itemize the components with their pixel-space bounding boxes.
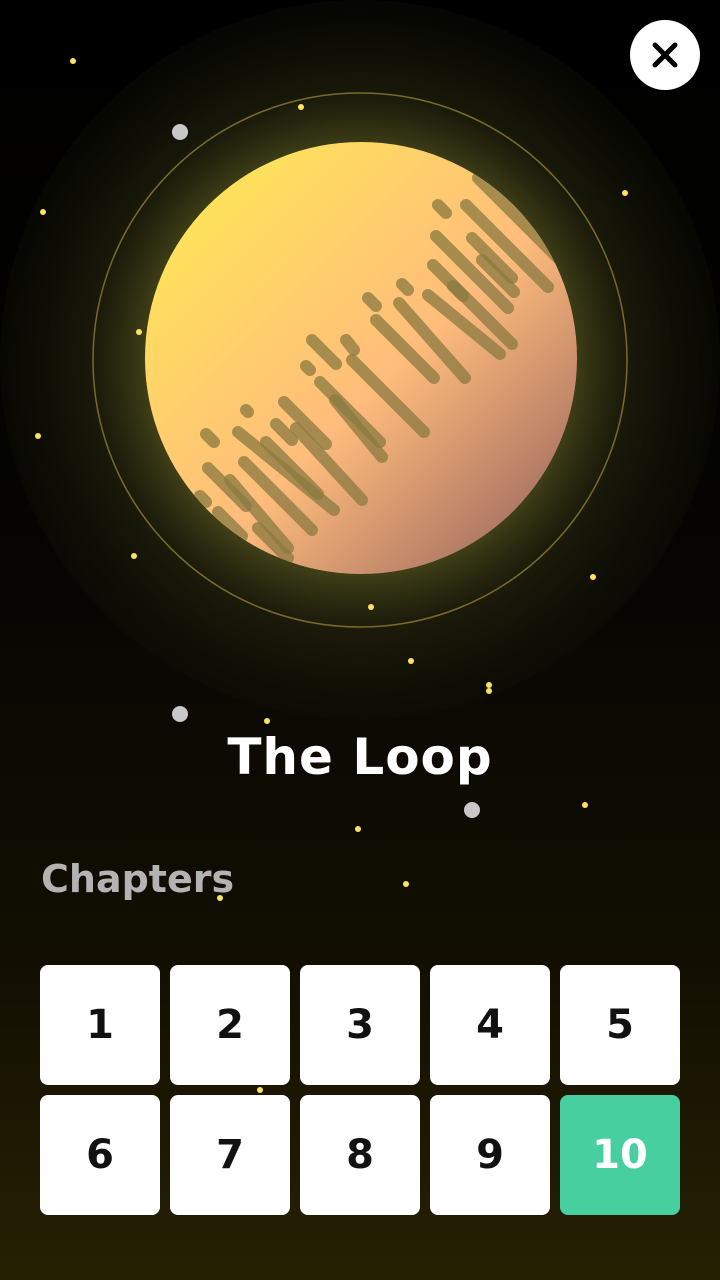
chapter-button-1[interactable]: 1: [40, 965, 160, 1085]
chapter-button-5[interactable]: 5: [560, 965, 680, 1085]
chapter-button-3[interactable]: 3: [300, 965, 420, 1085]
chapter-button-9[interactable]: 9: [430, 1095, 550, 1215]
chapters-heading: Chapters: [41, 857, 235, 901]
chapter-grid: 1 2 3 4 5 6 7 8 9 10: [40, 965, 680, 1215]
chapter-button-8[interactable]: 8: [300, 1095, 420, 1215]
chapter-button-6[interactable]: 6: [40, 1095, 160, 1215]
close-icon: [652, 42, 678, 68]
moon: [172, 706, 188, 722]
game-title: The Loop: [227, 728, 493, 786]
moon: [172, 124, 188, 140]
planet-illustration: [145, 142, 577, 574]
chapter-button-4[interactable]: 4: [430, 965, 550, 1085]
chapter-button-2[interactable]: 2: [170, 965, 290, 1085]
moon: [464, 802, 480, 818]
chapter-button-7[interactable]: 7: [170, 1095, 290, 1215]
close-button[interactable]: [630, 20, 700, 90]
chapter-button-10[interactable]: 10: [560, 1095, 680, 1215]
